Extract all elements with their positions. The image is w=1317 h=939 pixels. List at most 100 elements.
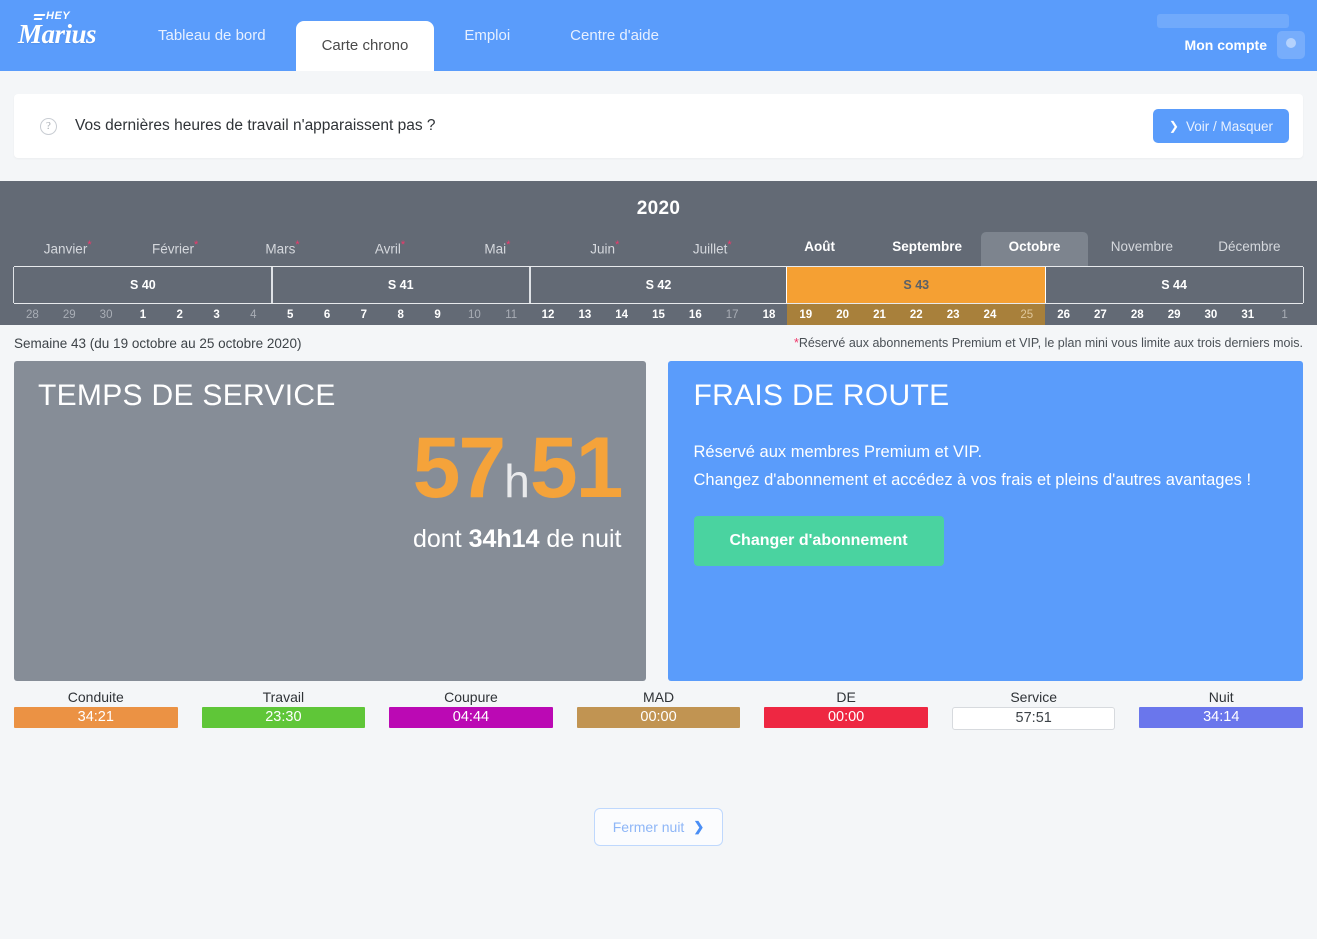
missing-hours-alert: ? Vos dernières heures de travail n'appa… xyxy=(14,94,1303,158)
calendar-month-septembre[interactable]: Septembre xyxy=(873,232,980,266)
nav-tab-centre-daide[interactable]: Centre d'aide xyxy=(540,0,689,71)
calendar-day[interactable]: 28 xyxy=(14,304,51,325)
premium-asterisk-icon: * xyxy=(400,239,406,251)
calendar-day[interactable]: 19 xyxy=(787,303,825,325)
fermer-nuit-label: Fermer nuit xyxy=(612,818,685,835)
calendar-day[interactable]: 3 xyxy=(198,304,235,325)
night-hours-line: dont 34h14 de nuit xyxy=(38,525,622,554)
calendar-day[interactable]: 11 xyxy=(493,304,530,325)
night-value: 34h14 xyxy=(468,524,540,553)
calendar-day[interactable]: 22 xyxy=(897,303,935,325)
avatar[interactable] xyxy=(1277,30,1305,59)
calendar-day[interactable]: 14 xyxy=(603,304,640,325)
calendar-week-s40[interactable]: S 40 xyxy=(13,266,273,303)
alert-message: Vos dernières heures de travail n'appara… xyxy=(75,117,436,134)
calendar-day[interactable]: 9 xyxy=(419,304,456,325)
stat-coupure: Coupure 04:44 xyxy=(389,689,553,730)
calendar-day[interactable]: 26 xyxy=(1045,304,1082,325)
nav-tab-emploi[interactable]: Emploi xyxy=(434,0,540,71)
stat-label: Conduite xyxy=(67,688,124,705)
calendar-day[interactable]: 15 xyxy=(640,304,677,325)
week-summary-row: Semaine 43 (du 19 octobre au 25 octobre … xyxy=(0,325,1317,361)
calendar-week-s42[interactable]: S 42 xyxy=(528,266,789,303)
fermer-nuit-button[interactable]: Fermer nuit ❯ xyxy=(593,807,724,846)
stat-value: 57:51 xyxy=(951,706,1116,730)
chevron-down-icon: ❯ xyxy=(693,818,705,834)
calendar-day[interactable]: 18 xyxy=(751,304,788,325)
stats-row: Conduite 34:21 Travail 23:30 Coupure 04:44 MAD… xyxy=(0,681,1317,730)
calendar-day[interactable]: 30 xyxy=(1193,304,1230,325)
brand-name-text: Marius xyxy=(18,18,97,49)
calendar-day[interactable]: 1 xyxy=(124,304,161,325)
panels-container: TEMPS DE SERVICE 57h51 dont 34h14 de nui… xyxy=(0,360,1317,681)
stat-value: 04:44 xyxy=(389,706,553,728)
calendar-day[interactable]: 24 xyxy=(971,303,1009,325)
calendar-month-octobre[interactable]: Octobre xyxy=(980,232,1089,266)
calendar-day[interactable]: 29 xyxy=(1156,304,1193,325)
stat-label: Nuit xyxy=(1208,688,1234,705)
calendar-day[interactable]: 12 xyxy=(530,304,567,325)
calendar-day[interactable]: 29 xyxy=(51,304,88,325)
calendar-strip: 2020 Janvier* Février* Mars* Avril* Mai* Juin… xyxy=(0,181,1317,325)
calendar-day[interactable]: 31 xyxy=(1229,304,1266,325)
stat-conduite: Conduite 34:21 xyxy=(14,689,178,730)
calendar-week-s41[interactable]: S 41 xyxy=(270,266,531,303)
calendar-day[interactable]: 6 xyxy=(309,304,346,325)
calendar-day[interactable]: 28 xyxy=(1119,304,1156,325)
calendar-month-fvrier[interactable]: Février* xyxy=(121,232,228,266)
voir-masquer-label: Voir / Masquer xyxy=(1185,118,1273,134)
voir-masquer-button[interactable]: ❯ Voir / Masquer xyxy=(1152,109,1289,143)
top-navbar: HEY Marius Tableau de bord Carte chrono … xyxy=(0,0,1317,71)
calendar-day[interactable]: 13 xyxy=(566,304,603,325)
brand-logo[interactable]: HEY Marius xyxy=(0,0,128,71)
calendar-day[interactable]: 16 xyxy=(677,304,714,325)
calendar-months-row: Janvier* Février* Mars* Avril* Mai* Juin* Juil… xyxy=(14,232,1303,266)
calendar-day[interactable]: 8 xyxy=(382,304,419,325)
month-label: Novembre xyxy=(1110,239,1174,254)
calendar-month-dcembre[interactable]: Décembre xyxy=(1196,232,1303,266)
calendar-day[interactable]: 25 xyxy=(1008,303,1046,325)
frais-line-2: Changez d'abonnement et accédez à vos fr… xyxy=(693,471,1252,490)
calendar-week-s44[interactable]: S 44 xyxy=(1044,266,1304,303)
calendar-month-aot[interactable]: Août xyxy=(766,232,873,266)
nav-tab-carte-chrono[interactable]: Carte chrono xyxy=(295,21,435,71)
stat-travail: Travail 23:30 xyxy=(201,688,366,730)
stat-value: 23:30 xyxy=(201,706,366,728)
month-label: Octobre xyxy=(1008,239,1061,254)
calendar-day[interactable]: 2 xyxy=(161,304,198,325)
stat-nuit: Nuit 34:14 xyxy=(1139,688,1304,730)
month-label: Juin xyxy=(590,241,616,257)
calendar-day[interactable]: 20 xyxy=(824,303,862,325)
calendar-day[interactable]: 1 xyxy=(1266,304,1303,325)
stat-mad: MAD 00:00 xyxy=(576,689,741,730)
calendar-month-avril[interactable]: Avril* xyxy=(336,232,443,266)
calendar-month-juin[interactable]: Juin* xyxy=(551,232,658,266)
calendar-month-novembre[interactable]: Novembre xyxy=(1088,232,1195,266)
calendar-day[interactable]: 10 xyxy=(456,304,493,325)
calendar-day[interactable]: 5 xyxy=(272,304,309,325)
stat-label: Travail xyxy=(262,688,305,705)
calendar-week-s43[interactable]: S 43 xyxy=(786,266,1047,303)
calendar-month-juillet[interactable]: Juillet* xyxy=(659,232,766,266)
stat-label: Service xyxy=(1010,688,1058,705)
stat-service: Service 57:51 xyxy=(951,688,1116,730)
calendar-day[interactable]: 23 xyxy=(934,303,972,325)
month-label: Septembre xyxy=(892,239,962,254)
calendar-day[interactable]: 21 xyxy=(861,303,898,325)
calendar-day[interactable]: 7 xyxy=(345,304,382,325)
premium-asterisk-icon: * xyxy=(615,239,620,251)
calendar-month-mars[interactable]: Mars* xyxy=(229,232,336,266)
calendar-day[interactable]: 17 xyxy=(714,304,751,325)
calendar-month-janvier[interactable]: Janvier* xyxy=(14,232,121,266)
nav-account-area: Mon compte xyxy=(1185,0,1305,71)
mon-compte-label[interactable]: Mon compte xyxy=(1185,37,1267,53)
changer-abonnement-button[interactable]: Changer d'abonnement xyxy=(693,515,944,566)
calendar-month-mai[interactable]: Mai* xyxy=(444,232,551,266)
footer-area: Fermer nuit ❯ xyxy=(0,730,1317,846)
calendar-day[interactable]: 30 xyxy=(88,304,125,325)
stat-label: Coupure xyxy=(444,688,498,705)
nav-tab-tableau-de-bord[interactable]: Tableau de bord xyxy=(128,0,296,71)
month-label: Février xyxy=(151,241,194,257)
calendar-day[interactable]: 4 xyxy=(235,304,272,325)
calendar-day[interactable]: 27 xyxy=(1082,304,1119,325)
